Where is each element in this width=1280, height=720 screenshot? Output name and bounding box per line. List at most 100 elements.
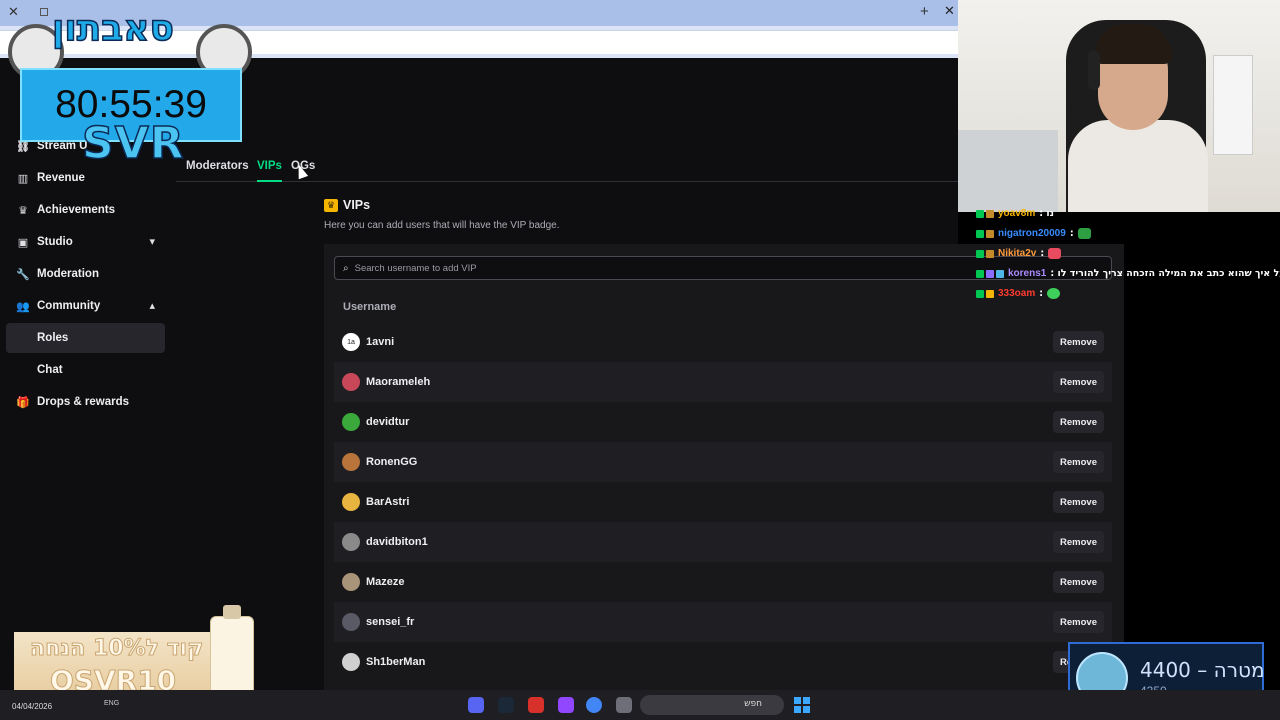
avatar: 1a bbox=[342, 333, 360, 351]
avatar bbox=[342, 653, 360, 671]
avatar bbox=[342, 493, 360, 511]
remove-button[interactable]: Remove bbox=[1053, 331, 1104, 353]
webcam-feed bbox=[958, 0, 1280, 212]
avatar bbox=[342, 413, 360, 431]
avatar bbox=[342, 573, 360, 591]
roles-tabs: Moderators VIPs OGs bbox=[176, 158, 958, 182]
steam-icon[interactable] bbox=[498, 697, 514, 713]
chat-text: : bbox=[1040, 248, 1045, 259]
chat-username: yoav8m bbox=[998, 208, 1036, 219]
chat-text: : bbox=[1039, 288, 1044, 299]
username: Sh1berMan bbox=[366, 656, 426, 668]
sub-badge-icon bbox=[986, 209, 994, 218]
sidebar-item-moderation[interactable]: 🔧 Moderation bbox=[6, 259, 165, 289]
search-placeholder: Search username to add VIP bbox=[354, 262, 477, 274]
remove-button[interactable]: Remove bbox=[1053, 371, 1104, 393]
chat-text: : bbox=[1069, 228, 1074, 239]
plus-icon[interactable]: + bbox=[920, 3, 929, 20]
emote-icon bbox=[1077, 228, 1091, 239]
chat-text: : על איך שהוא כתב את המילה הזכחה צריך לה… bbox=[1050, 268, 1280, 279]
discord-icon[interactable] bbox=[468, 697, 484, 713]
table-row: Sh1berMan Remove bbox=[334, 642, 1112, 682]
username: davidbiton1 bbox=[366, 536, 428, 548]
table-row: devidtur Remove bbox=[334, 402, 1112, 442]
avatar bbox=[342, 453, 360, 471]
webcam-bed bbox=[958, 130, 1058, 212]
table-row: davidbiton1 Remove bbox=[334, 522, 1112, 562]
taskbar-search[interactable]: חפש bbox=[640, 695, 784, 715]
tab-vips[interactable]: VIPs bbox=[257, 160, 282, 182]
webcam-pc-case bbox=[1213, 55, 1253, 155]
chevron-down-icon: ▾ bbox=[149, 236, 155, 248]
sidebar-item-label: Revenue bbox=[37, 172, 85, 184]
sidebar-item-label: Studio bbox=[37, 236, 73, 248]
taskbar-search-label: חפש bbox=[744, 699, 762, 709]
mod-badge-icon bbox=[976, 229, 984, 238]
table-row: 1a 1avni Remove bbox=[334, 322, 1112, 362]
window-close-icon[interactable]: ✕ bbox=[944, 4, 955, 19]
sidebar-item-community[interactable]: 👥 Community ▴ bbox=[6, 291, 165, 321]
close-icon[interactable]: ✕ bbox=[8, 5, 19, 20]
sub-badge-icon bbox=[986, 229, 994, 238]
emote-icon bbox=[1048, 248, 1062, 259]
gift-icon: 🎁 bbox=[16, 396, 30, 409]
mod-badge-icon bbox=[976, 209, 984, 218]
file-explorer-icon[interactable] bbox=[616, 697, 632, 713]
sub-badge-icon bbox=[986, 249, 994, 258]
sidebar-item-studio[interactable]: ▣ Studio ▾ bbox=[6, 227, 165, 257]
page-title: VIPs bbox=[343, 198, 371, 212]
chat-username: 333oam bbox=[998, 288, 1036, 299]
sidebar-item-achievements[interactable]: ♛ Achievements bbox=[6, 195, 165, 225]
webcam-person-body bbox=[1068, 120, 1208, 212]
wrench-icon: 🔧 bbox=[16, 268, 30, 281]
emote-badge-icon bbox=[996, 269, 1004, 278]
taskbar: 04/04/2026 ENG חפש bbox=[0, 690, 1280, 720]
column-header-username: Username bbox=[343, 301, 397, 313]
chat-username: Nikita2v bbox=[998, 248, 1037, 259]
tab-moderators[interactable]: Moderators bbox=[186, 160, 249, 172]
mod-badge-icon bbox=[976, 249, 984, 258]
table-row: RonenGG Remove bbox=[334, 442, 1112, 482]
sidebar-item-chat[interactable]: Chat bbox=[6, 355, 165, 385]
tab-square-icon[interactable] bbox=[40, 8, 48, 16]
sidebar-item-drops-rewards[interactable]: 🎁 Drops & rewards bbox=[6, 387, 165, 417]
studio-icon: ▣ bbox=[17, 236, 29, 249]
remove-button[interactable]: Remove bbox=[1053, 491, 1104, 513]
remove-button[interactable]: Remove bbox=[1053, 451, 1104, 473]
chat-message: Nikita2v : bbox=[976, 248, 1062, 259]
sidebar-item-label: Moderation bbox=[37, 268, 99, 280]
username: BarAstri bbox=[366, 496, 410, 508]
remove-button[interactable]: Remove bbox=[1053, 571, 1104, 593]
subathon-logo: סאבתון bbox=[51, 7, 174, 50]
chat-message: korens1 : על איך שהוא כתב את המילה הזכחה… bbox=[976, 268, 1280, 279]
headset-icon bbox=[1088, 50, 1100, 90]
avatar bbox=[342, 373, 360, 391]
promo-text: קוד ל10% הנחה bbox=[29, 636, 204, 662]
people-icon: 👥 bbox=[16, 300, 30, 313]
table-row: sensei_fr Remove bbox=[334, 602, 1112, 642]
app-icon[interactable] bbox=[528, 697, 544, 713]
chrome-icon[interactable] bbox=[586, 697, 602, 713]
username: devidtur bbox=[366, 416, 410, 428]
mod-badge-icon bbox=[976, 269, 984, 278]
table-row: BarAstri Remove bbox=[334, 482, 1112, 522]
vip-heading: ♛ VIPs bbox=[324, 198, 370, 212]
chart-icon: ▥ bbox=[17, 172, 29, 185]
goal-target: 4400 – מטרה bbox=[1140, 658, 1265, 682]
remove-button[interactable]: Remove bbox=[1053, 411, 1104, 433]
table-row: Mazeze Remove bbox=[334, 562, 1112, 602]
remove-button[interactable]: Remove bbox=[1053, 531, 1104, 553]
sidebar-item-roles[interactable]: Roles bbox=[6, 323, 165, 353]
crown-icon: ♛ bbox=[324, 198, 338, 212]
chat-overlay: yoav8m : נו nigatron20009 : Nikita2v : k… bbox=[972, 208, 1280, 304]
windows-start-icon[interactable] bbox=[794, 697, 810, 713]
vip-description: Here you can add users that will have th… bbox=[324, 220, 560, 231]
chat-username: korens1 bbox=[1008, 268, 1047, 279]
username: Mazeze bbox=[366, 576, 405, 588]
twitch-icon[interactable] bbox=[558, 697, 574, 713]
taskbar-language[interactable]: ENG bbox=[104, 700, 119, 707]
chat-text: : נו bbox=[1039, 208, 1054, 219]
chat-message: 333oam : bbox=[976, 288, 1061, 299]
emote-icon bbox=[1047, 288, 1061, 299]
remove-button[interactable]: Remove bbox=[1053, 611, 1104, 633]
